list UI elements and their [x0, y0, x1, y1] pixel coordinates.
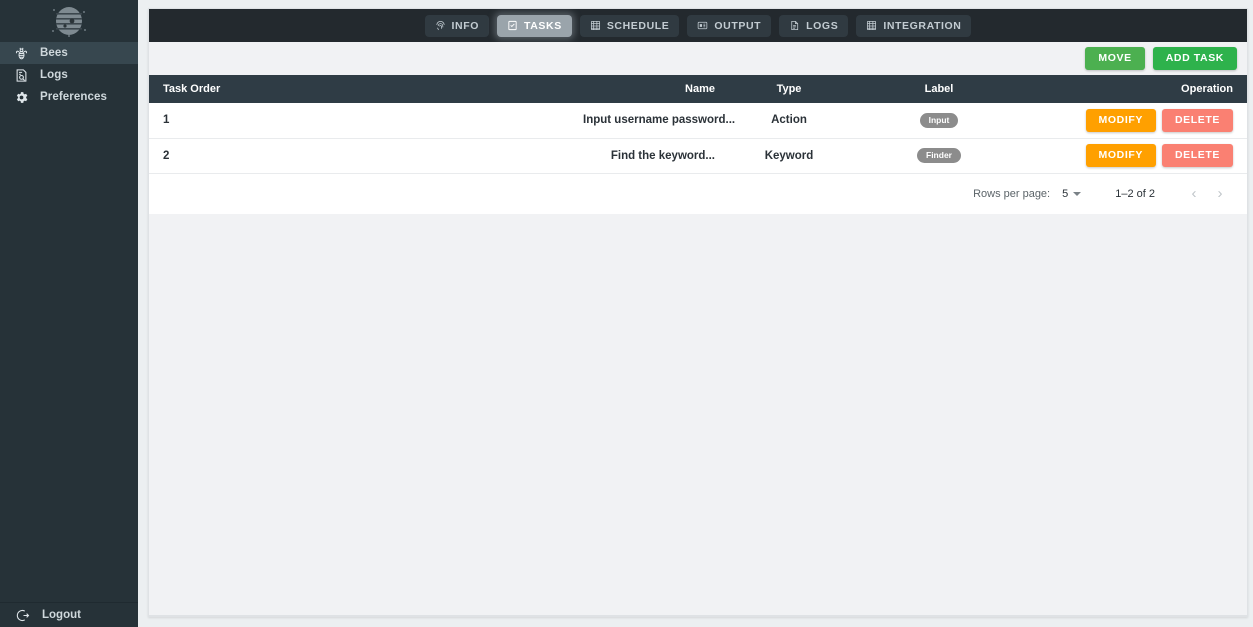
- tab-integration[interactable]: INTEGRATION: [856, 14, 972, 37]
- sidebar-item-label: Bees: [40, 47, 68, 59]
- abacus-icon: [590, 20, 601, 31]
- tab-tasks[interactable]: TASKS: [497, 14, 572, 37]
- table-body: 1 Input username password... Action Inpu…: [149, 103, 1247, 173]
- tab-label: SCHEDULE: [606, 19, 670, 32]
- rows-per-page-label: Rows per page:: [973, 187, 1051, 200]
- move-button[interactable]: MOVE: [1085, 47, 1145, 70]
- chevron-down-icon: [1073, 191, 1082, 196]
- column-header-label: Label: [924, 83, 954, 95]
- rows-per-page-select[interactable]: 5: [1062, 187, 1082, 200]
- action-toolbar: MOVE ADD TASK: [149, 42, 1247, 75]
- tab-label: LOGS: [806, 19, 839, 32]
- tab-schedule[interactable]: SCHEDULE: [579, 14, 680, 37]
- cell-operation: MODIFY DELETE: [1029, 103, 1247, 138]
- column-header-type: Type: [776, 83, 802, 95]
- main-content: INFO TASKS SCHEDULE OUTPUT LOGS INTEGRAT…: [138, 0, 1253, 627]
- cell-operation: MODIFY DELETE: [1029, 138, 1247, 173]
- delete-button[interactable]: DELETE: [1161, 144, 1233, 167]
- tab-info[interactable]: INFO: [424, 14, 490, 37]
- row-action-group: MODIFY DELETE: [1085, 109, 1233, 132]
- status-badge: Input: [919, 113, 959, 128]
- column-header-task-order: Task Order: [163, 83, 221, 95]
- logout-button[interactable]: Logout: [0, 602, 138, 627]
- tasks-table: Task Order Name Type Label Operation 1 I…: [149, 75, 1247, 174]
- pagination-range: 1–2 of 2: [1115, 187, 1155, 200]
- tab-label: INTEGRATION: [883, 19, 962, 32]
- sidebar-nav: Bees Logs Preferences: [0, 42, 138, 108]
- column-header-name: Name: [685, 83, 715, 95]
- previous-page-button[interactable]: ‹: [1181, 181, 1207, 207]
- beehive-logo: [0, 0, 138, 42]
- tasks-table-container: Task Order Name Type Label Operation 1 I…: [149, 75, 1247, 214]
- content-panel: INFO TASKS SCHEDULE OUTPUT LOGS INTEGRAT…: [148, 8, 1248, 617]
- gear-icon: [12, 88, 30, 106]
- sidebar-item-logs[interactable]: Logs: [0, 64, 138, 86]
- table-row: 2 Find the keyword... Keyword Finder MOD…: [149, 138, 1247, 173]
- sidebar: Bees Logs Preferences Logout: [0, 0, 138, 627]
- cell-type: Action: [771, 114, 807, 127]
- cell-name: Find the keyword...: [610, 149, 715, 162]
- cell-label: Input: [849, 103, 1029, 138]
- cell-type: Keyword: [764, 149, 814, 162]
- monitor-icon: [697, 20, 708, 31]
- document-icon: [789, 20, 800, 31]
- logout-icon: [14, 606, 32, 624]
- sidebar-item-label: Logs: [40, 69, 68, 81]
- table-head: Task Order Name Type Label Operation: [149, 75, 1247, 103]
- sidebar-item-bees[interactable]: Bees: [0, 42, 138, 64]
- tab-logs[interactable]: LOGS: [779, 14, 849, 37]
- tab-output[interactable]: OUTPUT: [687, 14, 772, 37]
- tab-label: TASKS: [524, 19, 562, 32]
- panel-empty-area: [149, 213, 1247, 615]
- column-header-operation: Operation: [1181, 83, 1233, 95]
- modify-button[interactable]: MODIFY: [1085, 144, 1156, 167]
- cell-label: Finder: [849, 138, 1029, 173]
- sidebar-item-preferences[interactable]: Preferences: [0, 86, 138, 108]
- cell-task-order: 2: [163, 149, 170, 162]
- checklist-icon: [507, 20, 518, 31]
- delete-button[interactable]: DELETE: [1161, 109, 1233, 132]
- table-row: 1 Input username password... Action Inpu…: [149, 103, 1247, 138]
- abacus-icon: [866, 20, 877, 31]
- pagination-bar: Rows per page: 5 1–2 of 2 ‹ ›: [149, 173, 1247, 214]
- tab-label: OUTPUT: [714, 19, 762, 32]
- status-badge: Finder: [917, 148, 961, 163]
- sidebar-item-label: Preferences: [40, 91, 107, 103]
- fingerprint-icon: [435, 20, 446, 31]
- row-action-group: MODIFY DELETE: [1085, 144, 1233, 167]
- table-header-row: Task Order Name Type Label Operation: [149, 75, 1247, 103]
- log-search-icon: [12, 66, 30, 84]
- next-page-button[interactable]: ›: [1207, 181, 1233, 207]
- tab-label: INFO: [451, 19, 480, 32]
- rows-per-page-value: 5: [1062, 187, 1069, 200]
- logout-label: Logout: [42, 609, 81, 621]
- modify-button[interactable]: MODIFY: [1085, 109, 1156, 132]
- bee-icon: [12, 44, 30, 62]
- add-task-button[interactable]: ADD TASK: [1152, 47, 1237, 70]
- cell-name: Input username password...: [583, 114, 736, 127]
- cell-task-order: 1: [163, 114, 170, 127]
- tab-bar: INFO TASKS SCHEDULE OUTPUT LOGS INTEGRAT…: [149, 9, 1247, 42]
- app-root: Bees Logs Preferences Logout INFO TASKS …: [0, 0, 1253, 627]
